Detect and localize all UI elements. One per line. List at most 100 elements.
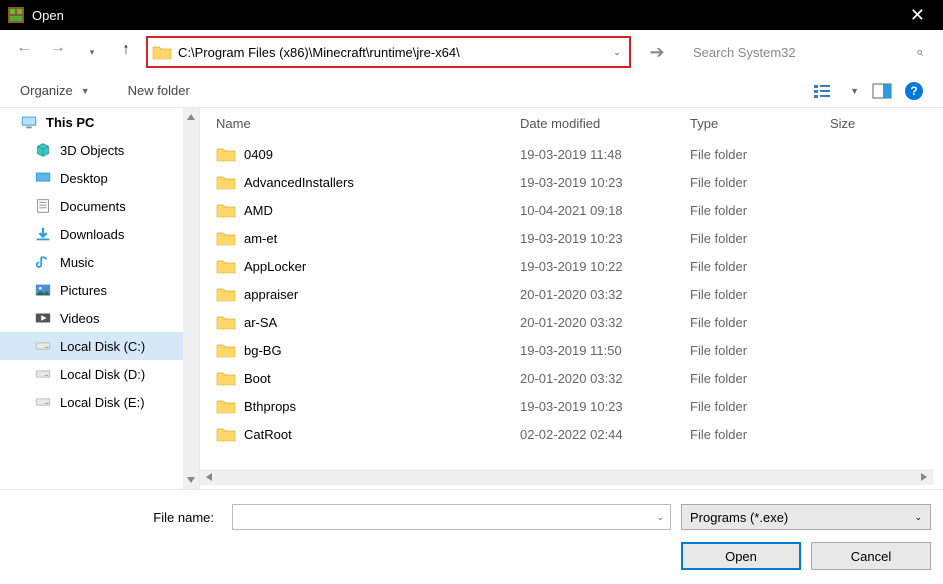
- filename-label: File name:: [12, 510, 222, 525]
- app-icon: [8, 7, 24, 23]
- folder-icon: [216, 314, 236, 330]
- tree-label: Local Disk (E:): [60, 395, 145, 410]
- go-button[interactable]: ➔: [643, 38, 671, 66]
- tree-item[interactable]: Pictures: [0, 276, 199, 304]
- close-button[interactable]: ✕: [900, 5, 935, 26]
- documents-icon: [34, 198, 52, 214]
- file-type: File folder: [690, 231, 830, 246]
- file-name: AMD: [244, 203, 273, 218]
- preview-pane-button[interactable]: [869, 81, 895, 101]
- desktop-icon: [34, 170, 52, 186]
- file-date: 02-02-2022 02:44: [520, 427, 690, 442]
- tree-label: This PC: [46, 115, 94, 130]
- address-bar[interactable]: C:\Program Files (x86)\Minecraft\runtime…: [146, 36, 631, 68]
- file-date: 20-01-2020 03:32: [520, 371, 690, 386]
- file-type: File folder: [690, 343, 830, 358]
- cancel-button[interactable]: Cancel: [811, 542, 931, 570]
- file-type: File folder: [690, 315, 830, 330]
- tree-label: Local Disk (C:): [60, 339, 145, 354]
- filter-select[interactable]: Programs (*.exe) ⌄: [681, 504, 931, 530]
- file-type: File folder: [690, 147, 830, 162]
- pc-icon: [20, 114, 38, 130]
- tree-item[interactable]: Videos: [0, 304, 199, 332]
- help-button[interactable]: ?: [905, 82, 923, 100]
- column-headers[interactable]: Name Date modified Type Size: [200, 108, 943, 140]
- file-type: File folder: [690, 203, 830, 218]
- file-name: AdvancedInstallers: [244, 175, 354, 190]
- file-name: Boot: [244, 371, 271, 386]
- file-name: appraiser: [244, 287, 298, 302]
- filename-input[interactable]: ⌄: [232, 504, 671, 530]
- window-title: Open: [32, 8, 64, 23]
- table-row[interactable]: CatRoot 02-02-2022 02:44 File folder: [200, 420, 943, 448]
- table-row[interactable]: Boot 20-01-2020 03:32 File folder: [200, 364, 943, 392]
- folder-icon: [216, 174, 236, 190]
- tree-item[interactable]: Local Disk (E:): [0, 388, 199, 416]
- column-name[interactable]: Name: [200, 116, 520, 131]
- tree-item[interactable]: Local Disk (C:): [0, 332, 199, 360]
- column-size[interactable]: Size: [830, 116, 943, 131]
- table-row[interactable]: AdvancedInstallers 19-03-2019 10:23 File…: [200, 168, 943, 196]
- tree-label: Pictures: [60, 283, 107, 298]
- folder-icon: [216, 230, 236, 246]
- organize-button[interactable]: Organize ▼: [20, 83, 90, 98]
- tree-item[interactable]: 3D Objects: [0, 136, 199, 164]
- nav-bar: 🠐 🠒 ▾ 🠑 C:\Program Files (x86)\Minecraft…: [0, 30, 943, 74]
- address-dropdown-icon[interactable]: ⌄: [609, 47, 625, 58]
- table-row[interactable]: ar-SA 20-01-2020 03:32 File folder: [200, 308, 943, 336]
- search-placeholder: Search System32: [693, 45, 796, 60]
- navigation-tree[interactable]: This PC 3D Objects Desktop Documents Downlo…: [0, 108, 200, 489]
- search-input[interactable]: Search System32 ⌕: [683, 36, 933, 68]
- table-row[interactable]: AMD 10-04-2021 09:18 File folder: [200, 196, 943, 224]
- objects3d-icon: [34, 142, 52, 158]
- back-button[interactable]: 🠐: [10, 38, 38, 66]
- tree-item[interactable]: Downloads: [0, 220, 199, 248]
- tree-label: Local Disk (D:): [60, 367, 145, 382]
- tree-label: Downloads: [60, 227, 124, 242]
- up-button[interactable]: 🠑: [112, 38, 140, 66]
- tree-item[interactable]: Music: [0, 248, 199, 276]
- open-button[interactable]: Open: [681, 542, 801, 570]
- view-options-button[interactable]: [812, 81, 838, 101]
- forward-button[interactable]: 🠒: [44, 38, 72, 66]
- file-list[interactable]: 0409 19-03-2019 11:48 File folder Advanc…: [200, 140, 943, 469]
- recent-locations-button[interactable]: ▾: [78, 38, 106, 66]
- folder-icon: [216, 202, 236, 218]
- file-name: AppLocker: [244, 259, 306, 274]
- file-date: 10-04-2021 09:18: [520, 203, 690, 218]
- file-type: File folder: [690, 371, 830, 386]
- horizontal-scrollbar[interactable]: [200, 469, 933, 485]
- folder-icon: [216, 146, 236, 162]
- table-row[interactable]: bg-BG 19-03-2019 11:50 File folder: [200, 336, 943, 364]
- tree-label: Videos: [60, 311, 100, 326]
- new-folder-button[interactable]: New folder: [128, 83, 190, 98]
- folder-icon: [216, 342, 236, 358]
- tree-item-this-pc[interactable]: This PC: [0, 108, 199, 136]
- bottom-panel: File name: ⌄ Programs (*.exe) ⌄ Open Can…: [0, 489, 943, 584]
- filter-label: Programs (*.exe): [690, 510, 788, 525]
- folder-icon: [216, 258, 236, 274]
- tree-scrollbar[interactable]: [183, 108, 199, 489]
- table-row[interactable]: 0409 19-03-2019 11:48 File folder: [200, 140, 943, 168]
- tree-item[interactable]: Documents: [0, 192, 199, 220]
- tree-label: Music: [60, 255, 94, 270]
- column-date[interactable]: Date modified: [520, 116, 690, 131]
- file-date: 19-03-2019 11:50: [520, 343, 690, 358]
- table-row[interactable]: AppLocker 19-03-2019 10:22 File folder: [200, 252, 943, 280]
- file-name: Bthprops: [244, 399, 296, 414]
- table-row[interactable]: appraiser 20-01-2020 03:32 File folder: [200, 280, 943, 308]
- view-dropdown-icon[interactable]: ▼: [850, 86, 859, 96]
- folder-icon: [216, 370, 236, 386]
- tree-item[interactable]: Local Disk (D:): [0, 360, 199, 388]
- tree-item[interactable]: Desktop: [0, 164, 199, 192]
- folder-icon: [216, 426, 236, 442]
- column-type[interactable]: Type: [690, 116, 830, 131]
- file-date: 19-03-2019 10:22: [520, 259, 690, 274]
- filename-dropdown-icon[interactable]: ⌄: [656, 512, 664, 523]
- file-date: 19-03-2019 10:23: [520, 399, 690, 414]
- table-row[interactable]: am-et 19-03-2019 10:23 File folder: [200, 224, 943, 252]
- search-icon: ⌕: [916, 44, 923, 60]
- new-folder-label: New folder: [128, 83, 190, 98]
- tree-label: Desktop: [60, 171, 108, 186]
- table-row[interactable]: Bthprops 19-03-2019 10:23 File folder: [200, 392, 943, 420]
